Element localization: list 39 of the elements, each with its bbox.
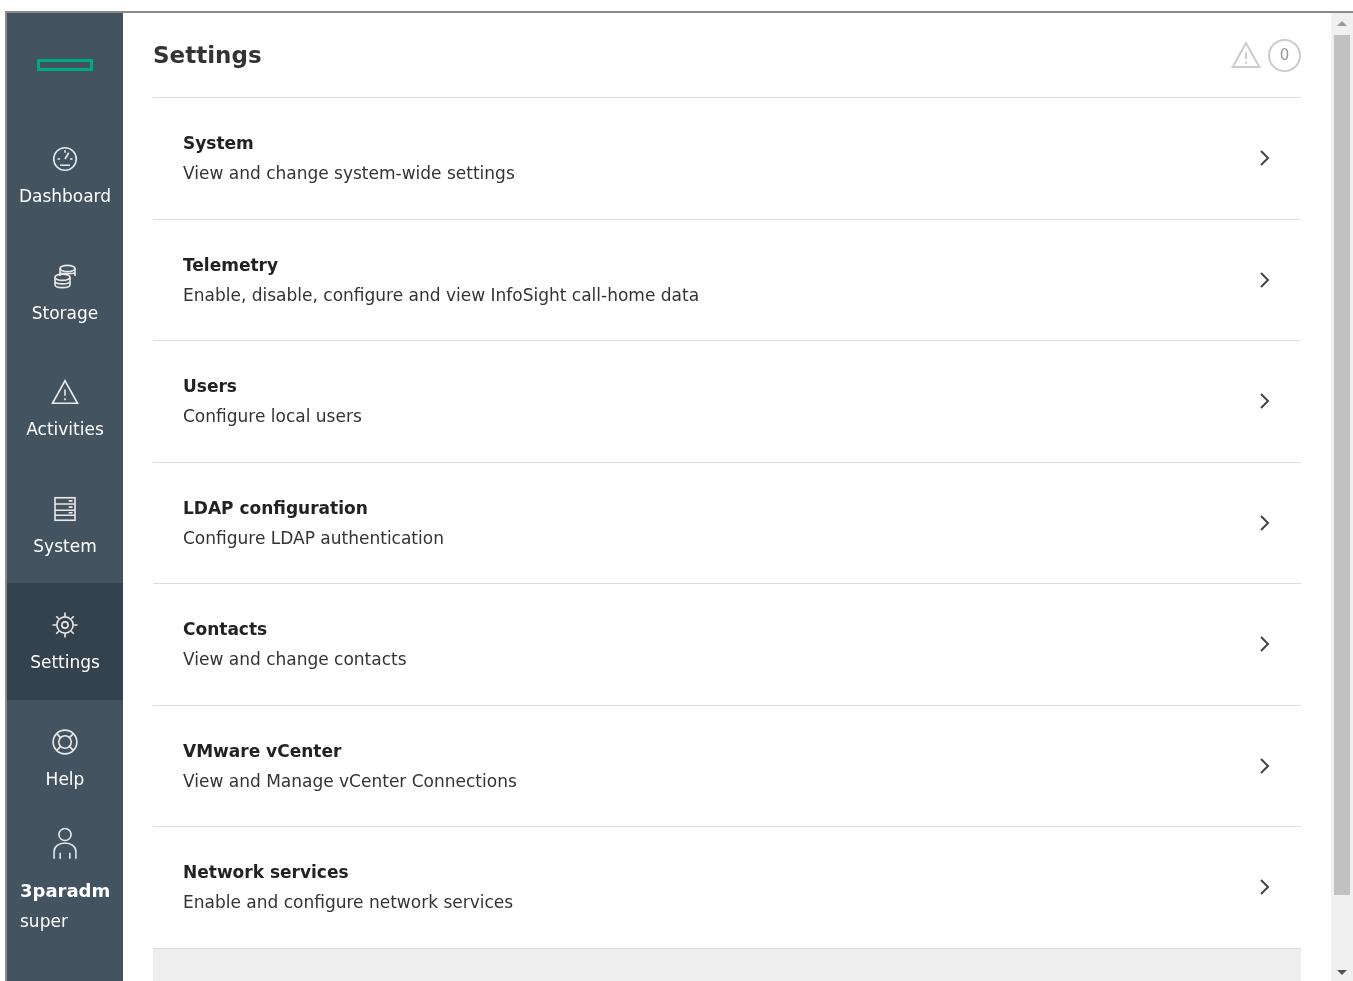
settings-title: Network services: [183, 862, 350, 883]
settings-description: Configure local users: [183, 406, 362, 427]
settings-title: Telemetry: [183, 254, 280, 275]
chevron-right-icon: [1257, 512, 1271, 533]
warning-icon[interactable]: [1230, 39, 1262, 71]
nav-item[interactable]: Help: [7, 699, 123, 816]
nav-item[interactable]: Storage: [7, 233, 123, 350]
page-title: Settings: [153, 42, 262, 68]
settings-description: View and change system-wide settings: [183, 163, 515, 184]
settings-title: VMware vCenter: [183, 740, 343, 761]
settings-row[interactable]: Network services Enable and configure network services: [153, 827, 1301, 949]
lifebuoy-icon: [50, 726, 80, 757]
nav-item[interactable]: Activities: [7, 350, 123, 467]
settings-description: Enable, disable, configure and view InfoSight call-home data: [183, 284, 700, 305]
settings-row[interactable]: System View and change system-wide settings: [153, 98, 1301, 220]
settings-row[interactable]: LDAP configuration Configure LDAP authentication: [153, 462, 1301, 584]
settings-title: Contacts: [183, 619, 269, 640]
user-name: 3paradm: [20, 880, 112, 901]
settings-description: View and Manage vCenter Connections: [183, 770, 517, 791]
nav-item[interactable]: Settings: [7, 583, 123, 700]
user-icon[interactable]: [50, 826, 80, 860]
settings-title: Users: [183, 376, 238, 397]
settings-title: System: [183, 133, 255, 154]
settings-description: Configure LDAP authentication: [183, 527, 444, 548]
chevron-right-icon: [1257, 755, 1271, 776]
nav-item[interactable]: Dashboard: [7, 117, 123, 234]
chevron-right-icon: [1257, 269, 1271, 290]
user-role: super: [20, 911, 69, 931]
gear-icon: [50, 610, 80, 641]
settings-title: LDAP configuration: [183, 497, 369, 518]
settings-row[interactable]: Contacts View and change contacts: [153, 584, 1301, 706]
nav-item[interactable]: System: [7, 466, 123, 583]
settings-description: Enable and configure network services: [183, 892, 514, 913]
settings-description: View and change contacts: [183, 649, 407, 670]
scrollbar[interactable]: [1331, 13, 1353, 981]
settings-row[interactable]: VMware vCenter View and Manage vCenter Connections: [153, 705, 1301, 827]
settings-row[interactable]: Users Configure local users: [153, 341, 1301, 463]
logo-icon: [37, 59, 93, 71]
settings-row[interactable]: Telemetry Enable, disable, configure and view InfoSight call-home data: [153, 219, 1301, 341]
